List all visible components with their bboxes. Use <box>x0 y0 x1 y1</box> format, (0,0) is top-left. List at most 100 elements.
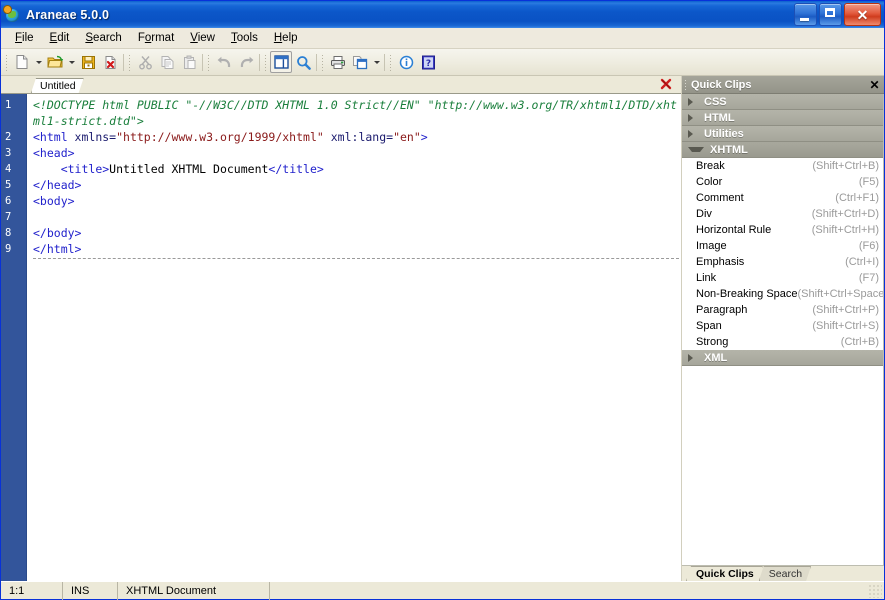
code-line: <body> <box>33 193 681 209</box>
quick-clips-list[interactable]: CSS HTML Utilities XHTML Break (Shift+Ctrl+B)… <box>682 94 884 565</box>
clip-item-label: Break <box>696 160 725 172</box>
clip-item-label: Paragraph <box>696 304 748 316</box>
clip-group-label: CSS <box>704 95 727 108</box>
redo-button[interactable] <box>235 51 257 73</box>
toolbar-grip-4[interactable] <box>264 53 267 71</box>
code-line: </head> <box>33 177 681 193</box>
clip-item[interactable]: Link (F7) <box>682 270 883 286</box>
document-tab-untitled[interactable]: Untitled <box>31 78 84 93</box>
clip-item-label: Image <box>696 240 727 252</box>
panel-tab-label: Search <box>768 568 803 580</box>
clip-group-xml[interactable]: XML <box>682 350 883 366</box>
clip-item-shortcut: (Shift+Ctrl+Space) <box>797 288 883 300</box>
minimize-button[interactable] <box>794 3 817 26</box>
about-button[interactable] <box>395 51 417 73</box>
clip-item-label: Comment <box>696 192 744 204</box>
toolbar-grip[interactable] <box>5 53 8 71</box>
panel-close-icon[interactable]: ✕ <box>868 79 881 91</box>
menu-item-view[interactable]: View <box>182 30 223 46</box>
clip-item[interactable]: Span (Shift+Ctrl+S) <box>682 318 883 334</box>
close-button[interactable]: ✕ <box>844 3 881 26</box>
quick-clips-panel: Quick Clips ✕ CSS HTML Utilities XHTML Break… <box>682 76 884 581</box>
main-toolbar: ? <box>1 49 884 76</box>
chevron-down-icon <box>688 147 704 152</box>
clip-group-xhtml[interactable]: XHTML <box>682 142 883 158</box>
clip-item-shortcut: (Shift+Ctrl+P) <box>812 304 879 316</box>
panel-tab-bar: Quick Clips Search <box>682 565 884 581</box>
document-close-button[interactable] <box>659 77 673 91</box>
toolbar-grip-5[interactable] <box>321 53 324 71</box>
preview-button[interactable] <box>349 51 371 73</box>
panel-grip[interactable] <box>684 78 687 91</box>
code-token-val: "http://www.w3.org/1999/xhtml" <box>116 130 324 144</box>
clip-group-html[interactable]: HTML <box>682 110 883 126</box>
clip-item[interactable]: Paragraph (Shift+Ctrl+P) <box>682 302 883 318</box>
close-document-button[interactable] <box>99 51 121 73</box>
clip-group-label: XHTML <box>710 143 748 156</box>
status-document-type: XHTML Document <box>118 581 270 600</box>
menu-item-search[interactable]: Search <box>77 30 129 46</box>
clip-item[interactable]: Div (Shift+Ctrl+D) <box>682 206 883 222</box>
clip-item[interactable]: Comment (Ctrl+F1) <box>682 190 883 206</box>
clip-group-label: HTML <box>704 111 735 124</box>
clip-group-utilities[interactable]: Utilities <box>682 126 883 142</box>
open-file-dropdown[interactable] <box>66 51 77 73</box>
window-title: Araneae 5.0.0 <box>26 7 110 22</box>
undo-button[interactable] <box>213 51 235 73</box>
code-token-tag: </html> <box>33 242 82 256</box>
line-number: 3 <box>5 147 12 159</box>
code-text-area[interactable]: <!DOCTYPE html PUBLIC "-//W3C//DTD XHTML… <box>27 94 681 581</box>
toolbar-grip-2[interactable] <box>128 53 131 71</box>
paste-button[interactable] <box>178 51 200 73</box>
chevron-right-icon <box>688 129 698 138</box>
menu-item-edit[interactable]: Edit <box>42 30 78 46</box>
toolbar-grip-3[interactable] <box>207 53 210 71</box>
code-token-attr: xmlns= <box>74 130 117 144</box>
clip-item[interactable]: Break (Shift+Ctrl+B) <box>682 158 883 174</box>
print-button[interactable] <box>327 51 349 73</box>
panel-tab-quick-clips[interactable]: Quick Clips <box>686 566 763 581</box>
clip-item-shortcut: (F7) <box>858 272 879 284</box>
clip-item[interactable]: Horizontal Rule (Shift+Ctrl+H) <box>682 222 883 238</box>
clip-item[interactable]: Image (F6) <box>682 238 883 254</box>
open-file-button[interactable] <box>44 51 66 73</box>
line-number: 9 <box>5 243 12 255</box>
help-button[interactable]: ? <box>417 51 439 73</box>
line-number: 2 <box>5 131 12 143</box>
find-button[interactable] <box>292 51 314 73</box>
save-button[interactable] <box>77 51 99 73</box>
clip-item[interactable]: Non-Breaking Space (Shift+Ctrl+Space) <box>682 286 883 302</box>
clip-item-shortcut: (Ctrl+I) <box>845 256 879 268</box>
preview-dropdown[interactable] <box>371 51 382 73</box>
line-number-gutter: 1 2 3 4 5 6 7 8 9 <box>1 94 27 581</box>
toolbar-grip-6[interactable] <box>389 53 392 71</box>
menu-item-format[interactable]: Format <box>130 30 182 46</box>
status-bar: 1:1 INS XHTML Document <box>1 581 884 600</box>
clip-group-label: Utilities <box>704 127 744 140</box>
title-bar: Araneae 5.0.0 ✕ <box>1 1 884 28</box>
clip-item[interactable]: Color (F5) <box>682 174 883 190</box>
line-number: 7 <box>5 211 12 223</box>
resize-grip[interactable] <box>868 583 882 598</box>
menu-item-tools[interactable]: Tools <box>223 30 266 46</box>
code-token-text: Untitled XHTML Document <box>109 162 269 176</box>
code-line: <html xmlns="http://www.w3.org/1999/xhtm… <box>33 129 681 145</box>
new-document-button[interactable] <box>11 51 33 73</box>
new-document-dropdown[interactable] <box>33 51 44 73</box>
application-window: Araneae 5.0.0 ✕ File Edit Search Format … <box>0 0 885 600</box>
toggle-panel-button[interactable] <box>270 51 292 73</box>
cut-button[interactable] <box>134 51 156 73</box>
clip-item[interactable]: Strong (Ctrl+B) <box>682 334 883 350</box>
menu-item-help[interactable]: Help <box>266 30 306 46</box>
clip-group-css[interactable]: CSS <box>682 94 883 110</box>
maximize-button[interactable] <box>819 3 842 26</box>
panel-tab-label: Quick Clips <box>696 568 754 580</box>
clip-item[interactable]: Emphasis (Ctrl+I) <box>682 254 883 270</box>
code-token-tag: <head> <box>33 146 75 160</box>
copy-button[interactable] <box>156 51 178 73</box>
panel-tab-search[interactable]: Search <box>759 566 811 581</box>
menu-item-file[interactable]: File <box>7 30 42 46</box>
editor-surface[interactable]: 1 2 3 4 5 6 7 8 9 <!DOCTYPE html PUBLIC … <box>1 93 681 581</box>
